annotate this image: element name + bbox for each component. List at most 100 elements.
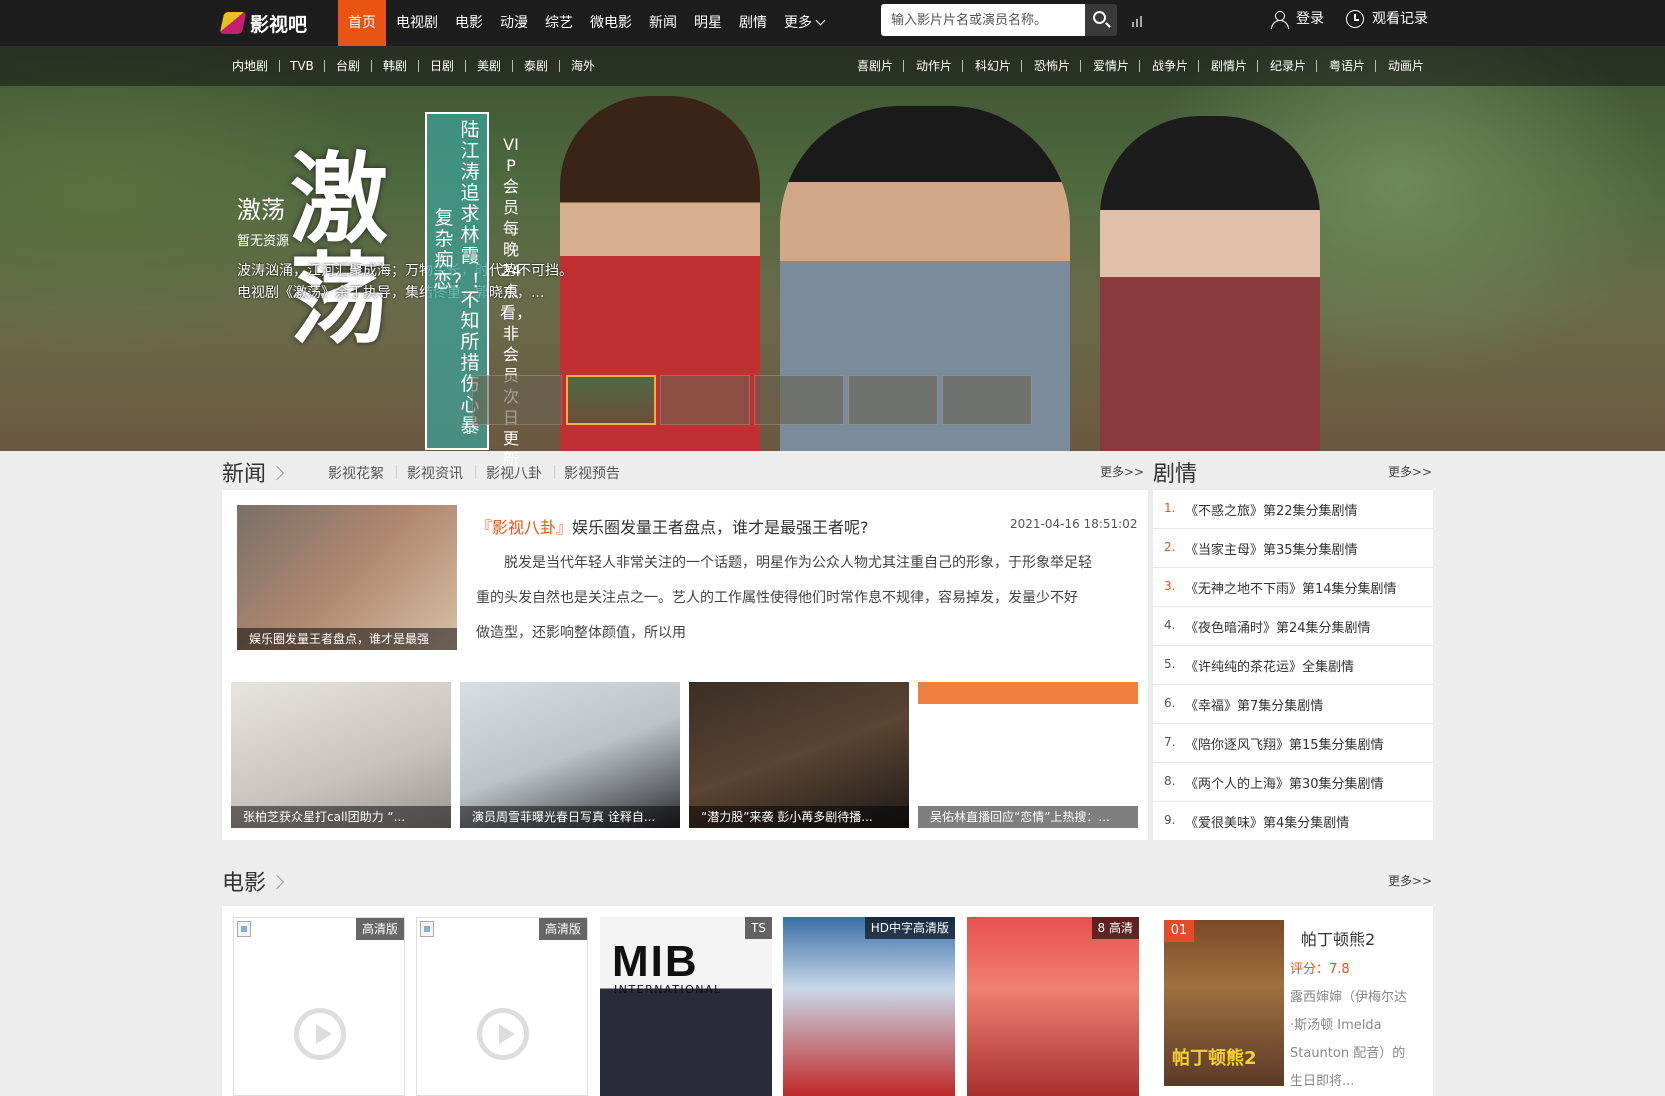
login-link[interactable]: 登录 — [1270, 0, 1324, 38]
subnav-documentary[interactable]: 纪录片 — [1270, 46, 1306, 86]
clock-icon — [1346, 10, 1364, 28]
hero-thumbnail[interactable] — [942, 375, 1032, 425]
nav-anime[interactable]: 动漫 — [493, 0, 535, 46]
news-card[interactable]: “潜力股”来袭 彭小苒多剧待播... — [689, 682, 909, 828]
movie-card[interactable]: 高清版 — [233, 917, 405, 1096]
plot-rank: 5. — [1164, 657, 1176, 671]
plot-list-item[interactable]: 7. 《陪你逐风飞翔》第15集分集剧情 — [1153, 724, 1433, 763]
plot-item-title: 《不惑之旅》第22集分集剧情 — [1185, 504, 1358, 519]
movie-card[interactable]: 8 高清 — [967, 917, 1139, 1096]
login-label: 登录 — [1296, 11, 1324, 27]
plot-section-title[interactable]: 剧情 — [1153, 456, 1197, 488]
nav-movie[interactable]: 电影 — [448, 0, 490, 46]
subnav-animation[interactable]: 动画片 — [1388, 46, 1424, 86]
subnav-comedy[interactable]: 喜剧片 — [857, 46, 893, 86]
subnav-horror[interactable]: 恐怖片 — [1034, 46, 1070, 86]
rank-badge: 01 — [1164, 920, 1194, 942]
tab-divider — [475, 465, 476, 479]
chevron-right-icon — [269, 874, 285, 890]
news-card[interactable]: 演员周雪菲曝光春日写真 诠释自... — [460, 682, 680, 828]
plot-rank: 7. — [1164, 735, 1176, 749]
news-more-link[interactable]: 更多>> — [1100, 463, 1144, 480]
news-card[interactable]: 张柏芝获众星打call团助力 “... — [231, 682, 451, 828]
tab-film-info[interactable]: 影视资讯 — [407, 463, 463, 483]
movie-card[interactable]: MIB INTERNATIONAL TS — [600, 917, 772, 1096]
subnav-tvb[interactable]: TVB — [290, 46, 314, 86]
site-logo[interactable]: 影视吧 — [219, 8, 308, 38]
news-category: 『影视八卦』 — [476, 518, 573, 537]
plot-list-item[interactable]: 8. 《两个人的上海》第30集分集剧情 — [1153, 763, 1433, 802]
news-card[interactable]: 吴佑林直播回应“恋情”上热搜：... — [918, 682, 1138, 828]
movie-more-link[interactable]: 更多>> — [1388, 872, 1432, 889]
subnav-overseas[interactable]: 海外 — [571, 46, 595, 86]
nav-plot[interactable]: 剧情 — [732, 0, 774, 46]
movie-card[interactable]: HD中字高清版 — [783, 917, 955, 1096]
signal-bars-icon[interactable] — [1132, 15, 1144, 27]
nav-microfilm[interactable]: 微电影 — [583, 0, 639, 46]
plot-list-item[interactable]: 5. 《许纯纯的茶花运》全集剧情 — [1153, 646, 1433, 685]
hero-thumbnail[interactable] — [472, 375, 562, 425]
plot-list-item[interactable]: 2. 《当家主母》第35集分集剧情 — [1153, 529, 1433, 568]
plot-more-link[interactable]: 更多>> — [1388, 463, 1432, 480]
subnav-divider — [1375, 60, 1376, 72]
movie-card[interactable]: 高清版 — [416, 917, 588, 1096]
subnav-divider — [559, 60, 560, 72]
plot-list-item[interactable]: 9. 《爱很美味》第4集分集剧情 — [1153, 802, 1433, 841]
subnav-scifi[interactable]: 科幻片 — [975, 46, 1011, 86]
nav-home[interactable]: 首页 — [338, 0, 386, 46]
plot-item-title: 《爱很美味》第4集分集剧情 — [1185, 816, 1350, 831]
nav-variety[interactable]: 综艺 — [538, 0, 580, 46]
hero-thumbnail[interactable] — [848, 375, 938, 425]
plot-item-title: 《当家主母》第35集分集剧情 — [1185, 543, 1358, 558]
chevron-right-icon — [269, 465, 285, 481]
news-headline-text: 娱乐圈发量王者盘点，谁才是最强王者呢? — [572, 518, 869, 537]
news-featured-headline[interactable]: 『影视八卦』娱乐圈发量王者盘点，谁才是最强王者呢? — [476, 514, 869, 538]
movie-section-title[interactable]: 电影 — [222, 865, 285, 897]
subnav-japanese[interactable]: 日剧 — [430, 46, 454, 86]
tab-film-gossip[interactable]: 影视八卦 — [486, 463, 542, 483]
search-input[interactable] — [881, 4, 1087, 36]
plot-item-title: 《夜色暗涌时》第24集分集剧情 — [1185, 621, 1371, 636]
hero-calligraphy: 激荡 — [290, 143, 389, 357]
subnav-divider — [324, 60, 325, 72]
subnav-korean[interactable]: 韩剧 — [383, 46, 407, 86]
search-button[interactable] — [1085, 4, 1117, 36]
subnav-thai[interactable]: 泰剧 — [524, 46, 548, 86]
main-nav: 首页 电视剧 电影 动漫 综艺 微电影 新闻 明星 剧情 更多 — [338, 0, 834, 46]
plot-list-item[interactable]: 3. 《无神之地不下雨》第14集分集剧情 — [1153, 568, 1433, 607]
subnav-drama[interactable]: 剧情片 — [1211, 46, 1247, 86]
hero-thumbnail[interactable] — [660, 375, 750, 425]
news-section-title[interactable]: 新闻 — [222, 456, 285, 488]
subnav-romance[interactable]: 爱情片 — [1093, 46, 1129, 86]
nav-news[interactable]: 新闻 — [642, 0, 684, 46]
watch-history-link[interactable]: 观看记录 — [1346, 0, 1428, 38]
news-summary-line: 重的头发自然也是关注点之一。艺人的工作属性使得他们时常作息不规律，容易掉发，发量… — [476, 590, 1078, 606]
news-card-caption: 演员周雪菲曝光春日写真 诠释自... — [460, 806, 680, 828]
plot-rank: 8. — [1164, 774, 1176, 788]
nav-stars[interactable]: 明星 — [687, 0, 729, 46]
plot-list-item[interactable]: 1. 《不惑之旅》第22集分集剧情 — [1153, 490, 1433, 529]
subnav-action[interactable]: 动作片 — [916, 46, 952, 86]
tab-film-trailers[interactable]: 影视预告 — [564, 463, 620, 483]
news-featured-caption: 娱乐圈发量王者盘点，谁才是最强 — [237, 628, 457, 650]
nav-more[interactable]: 更多 — [777, 0, 831, 46]
subnav-taiwan[interactable]: 台剧 — [336, 46, 360, 86]
featured-movie-poster[interactable]: 01 帕丁顿熊2 — [1164, 920, 1284, 1086]
subnav-american[interactable]: 美剧 — [477, 46, 501, 86]
news-featured-image[interactable]: 娱乐圈发量王者盘点，谁才是最强 — [237, 505, 457, 650]
hero-thumbnail[interactable] — [754, 375, 844, 425]
subnav-cantonese[interactable]: 粤语片 — [1329, 46, 1365, 86]
subnav-divider — [1198, 60, 1199, 72]
nav-tv[interactable]: 电视剧 — [389, 0, 445, 46]
plot-list-item[interactable]: 6. 《幸福》第7集分集剧情 — [1153, 685, 1433, 724]
featured-movie-title[interactable]: 帕丁顿熊2 — [1301, 926, 1375, 950]
plot-list-item[interactable]: 4. 《夜色暗涌时》第24集分集剧情 — [1153, 607, 1433, 646]
subnav-war[interactable]: 战争片 — [1152, 46, 1188, 86]
logo-text: 影视吧 — [250, 13, 308, 36]
hero-title[interactable]: 激荡 — [237, 190, 285, 225]
plot-item-title: 《两个人的上海》第30集分集剧情 — [1185, 777, 1384, 792]
plot-rank: 1. — [1164, 501, 1176, 515]
tab-film-tidbits[interactable]: 影视花絮 — [328, 463, 384, 483]
hero-thumbnail-active[interactable] — [566, 375, 656, 425]
subnav-mainland[interactable]: 内地剧 — [232, 46, 268, 86]
